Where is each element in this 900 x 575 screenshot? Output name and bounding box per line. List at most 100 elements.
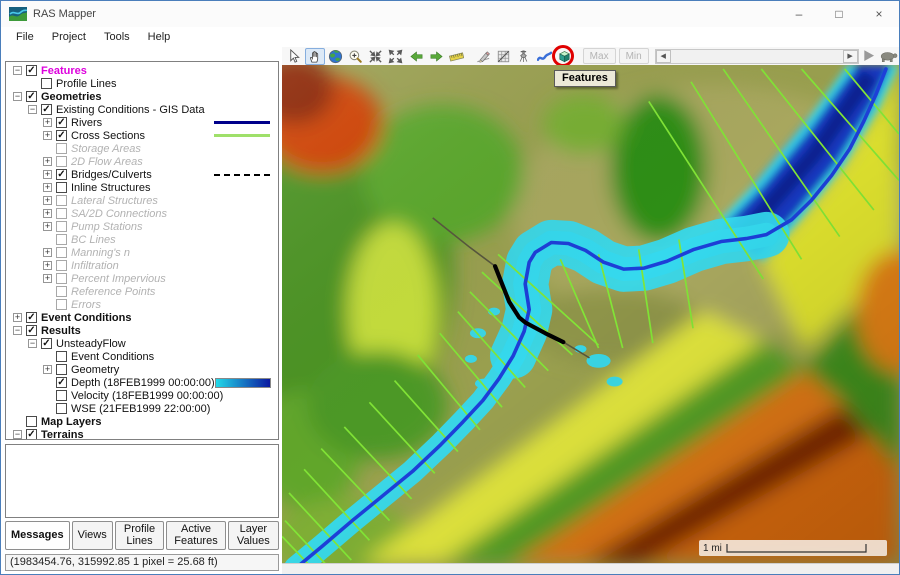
pan-button[interactable] [305, 48, 324, 65]
menu-help[interactable]: Help [139, 29, 180, 45]
tree-item-event-conditions[interactable]: Event Conditions [8, 350, 278, 363]
expander-minus[interactable]: − [13, 92, 22, 101]
tree-item-inline-structures[interactable]: +Inline Structures [8, 181, 278, 194]
expander-minus[interactable]: − [13, 66, 22, 75]
tab-views[interactable]: Views [72, 521, 113, 550]
expander-minus[interactable]: − [28, 105, 37, 114]
layer-checkbox[interactable]: ✓ [56, 377, 67, 388]
layer-checkbox[interactable] [56, 156, 67, 167]
tree-item-rivers[interactable]: +✓Rivers [8, 116, 278, 129]
menu-project[interactable]: Project [43, 29, 95, 45]
tree-item-results[interactable]: −✓Results [8, 324, 278, 337]
tab-profile-lines[interactable]: Profile Lines [115, 521, 165, 550]
expander-plus[interactable]: + [43, 157, 52, 166]
layer-checkbox[interactable] [56, 364, 67, 375]
tree-item-unsteadyflow[interactable]: −✓UnsteadyFlow [8, 337, 278, 350]
tree-item-pump-stations[interactable]: +Pump Stations [8, 220, 278, 233]
layer-checkbox[interactable]: ✓ [56, 169, 67, 180]
minimize-button[interactable]: – [779, 1, 819, 27]
select-button[interactable] [285, 48, 304, 65]
expander-minus[interactable]: − [28, 339, 37, 348]
previous-view-button[interactable] [406, 48, 425, 65]
tree-item-wse-21feb1999-22-00-00[interactable]: WSE (21FEB1999 22:00:00) [8, 402, 278, 415]
animation-slider[interactable]: ◀ ▶ [655, 49, 859, 64]
tab-layer-values[interactable]: Layer Values [228, 521, 279, 550]
tab-messages[interactable]: Messages [5, 521, 70, 550]
tree-item-event-conditions[interactable]: +✓Event Conditions [8, 311, 278, 324]
close-button[interactable]: × [859, 1, 899, 27]
edit-button[interactable] [474, 48, 493, 65]
layer-checkbox[interactable] [56, 208, 67, 219]
tree-item-bridges-culverts[interactable]: +✓Bridges/Culverts [8, 168, 278, 181]
layer-checkbox[interactable]: ✓ [26, 65, 37, 76]
tree-item-lateral-structures[interactable]: +Lateral Structures [8, 194, 278, 207]
features-button[interactable] [555, 48, 574, 65]
tree-item-velocity-18feb1999-00-00-00[interactable]: Velocity (18FEB1999 00:00:00) [8, 389, 278, 402]
tree-item-cross-sections[interactable]: +✓Cross Sections [8, 129, 278, 142]
tree-item-2d-flow-areas[interactable]: +2D Flow Areas [8, 155, 278, 168]
layer-tree[interactable]: −✓FeaturesProfile Lines−✓Geometries−✓Exi… [5, 61, 279, 440]
map-view[interactable]: Features 1 mi [282, 65, 899, 563]
tab-active-features[interactable]: Active Features [166, 521, 225, 550]
tree-item-errors[interactable]: Errors [8, 298, 278, 311]
tree-item-geometries[interactable]: −✓Geometries [8, 90, 278, 103]
expander-plus[interactable]: + [13, 313, 22, 322]
layer-checkbox[interactable]: ✓ [26, 325, 37, 336]
layer-checkbox[interactable] [56, 351, 67, 362]
zoom-full-button[interactable] [386, 48, 405, 65]
layer-checkbox[interactable] [56, 390, 67, 401]
expander-plus[interactable]: + [43, 365, 52, 374]
tree-item-bc-lines[interactable]: BC Lines [8, 233, 278, 246]
expander-plus[interactable]: + [43, 209, 52, 218]
animation-speed-button[interactable] [878, 48, 899, 64]
layer-checkbox[interactable] [41, 78, 52, 89]
layer-checkbox[interactable] [56, 182, 67, 193]
layer-checkbox[interactable]: ✓ [41, 104, 52, 115]
tree-item-percent-impervious[interactable]: +Percent Impervious [8, 272, 278, 285]
tree-item-map-layers[interactable]: Map Layers [8, 415, 278, 428]
expander-plus[interactable]: + [43, 131, 52, 140]
zoom-extents-button[interactable] [326, 48, 345, 65]
play-button[interactable] [860, 48, 877, 64]
layer-checkbox[interactable] [56, 234, 67, 245]
max-button[interactable]: Max [583, 48, 616, 64]
layer-checkbox[interactable]: ✓ [26, 429, 37, 440]
layer-checkbox[interactable]: ✓ [26, 91, 37, 102]
maximize-button[interactable]: □ [819, 1, 859, 27]
tree-item-reference-points[interactable]: Reference Points [8, 285, 278, 298]
layer-checkbox[interactable] [56, 299, 67, 310]
terrain-map-canvas[interactable] [282, 65, 899, 563]
mesh-button[interactable] [494, 48, 513, 65]
tree-item-terrains[interactable]: −✓Terrains [8, 428, 278, 440]
layer-checkbox[interactable] [56, 195, 67, 206]
profile-button[interactable] [534, 48, 553, 65]
tree-item-infiltration[interactable]: +Infiltration [8, 259, 278, 272]
tree-item-geometry[interactable]: +Geometry [8, 363, 278, 376]
tree-item-depth-18feb1999-00-00-00[interactable]: ✓Depth (18FEB1999 00:00:00) [8, 376, 278, 389]
tree-item-manning-s-n[interactable]: +Manning's n [8, 246, 278, 259]
menu-file[interactable]: File [7, 29, 43, 45]
layer-checkbox[interactable] [56, 143, 67, 154]
layer-checkbox[interactable] [56, 286, 67, 297]
tree-item-existing-conditions-gis-data[interactable]: −✓Existing Conditions - GIS Data [8, 103, 278, 116]
layer-checkbox[interactable] [56, 247, 67, 258]
tree-item-profile-lines[interactable]: Profile Lines [8, 77, 278, 90]
tool-button[interactable] [514, 48, 533, 65]
zoom-in-button[interactable] [346, 48, 365, 65]
layer-checkbox[interactable]: ✓ [26, 312, 37, 323]
layer-checkbox[interactable]: ✓ [41, 338, 52, 349]
layer-checkbox[interactable] [56, 403, 67, 414]
expander-plus[interactable]: + [43, 170, 52, 179]
next-view-button[interactable] [427, 48, 446, 65]
layer-checkbox[interactable]: ✓ [56, 117, 67, 128]
layer-checkbox[interactable] [56, 273, 67, 284]
expander-plus[interactable]: + [43, 118, 52, 127]
slider-right-arrow[interactable]: ▶ [843, 50, 858, 63]
layer-checkbox[interactable]: ✓ [56, 130, 67, 141]
tree-item-storage-areas[interactable]: Storage Areas [8, 142, 278, 155]
expander-minus[interactable]: − [13, 430, 22, 439]
layer-checkbox[interactable] [26, 416, 37, 427]
zoom-window-button[interactable] [366, 48, 385, 65]
expander-plus[interactable]: + [43, 261, 52, 270]
expander-plus[interactable]: + [43, 196, 52, 205]
